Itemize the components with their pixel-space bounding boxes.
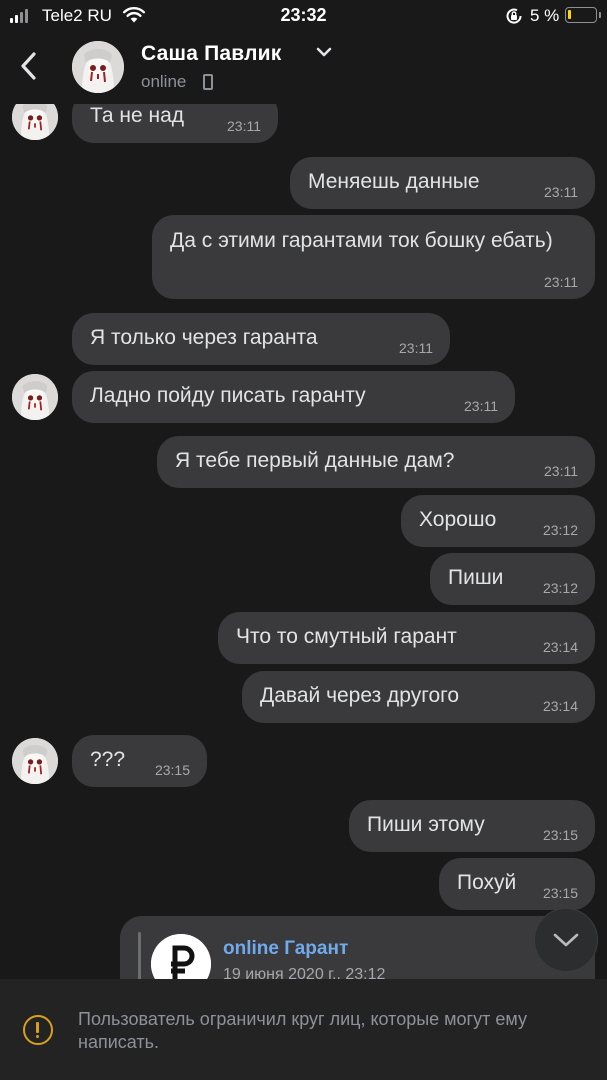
message-time: 23:15 [542,827,578,843]
message-time: 23:11 [544,184,578,200]
message-text: Я только через гаранта [90,326,318,349]
message-time: 23:12 [542,580,578,596]
message-time: 23:11 [544,274,578,290]
message-text: Меняешь данные [308,170,480,193]
phone-icon [203,74,213,90]
outgoing-message[interactable]: Меняешь данные 23:11 [290,157,595,209]
incoming-message[interactable]: ??? 23:15 [72,735,207,787]
message-text: Та не над [90,104,185,127]
warning-icon [23,1015,53,1045]
chevron-down-icon [553,933,579,947]
online-status: online [141,72,187,91]
outgoing-message[interactable]: Да с этими гарантами ток бошку ебать) 23:… [152,215,595,299]
chat-header: Саша Павлик online [0,32,607,104]
message-text: Да с этими гарантами ток бошку ебать) [170,229,553,252]
message-time: 23:11 [227,118,261,134]
message-text: Пиши [448,566,504,589]
message-text: Похуй [457,871,517,894]
message-time: 23:14 [542,698,578,714]
message-text: Пиши этому [367,813,485,836]
message-time: 23:11 [464,398,498,414]
message-time: 23:15 [154,762,190,778]
outgoing-message[interactable]: Похуй 23:15 [439,858,595,910]
sender-avatar[interactable] [12,738,58,784]
incoming-message[interactable]: Я только через гаранта 23:11 [72,313,450,365]
battery-icon [565,7,601,23]
restriction-text: Пользователь ограничил круг лиц, которые… [78,1009,527,1052]
avatar-image [72,41,124,93]
message-text: Ладно пойду писать гаранту [90,384,366,407]
message-text: Хорошо [419,508,497,531]
outgoing-message[interactable]: Пиши 23:12 [430,553,595,605]
sender-avatar[interactable] [12,374,58,420]
chevron-left-icon [21,52,36,80]
message-time: 23:14 [542,639,578,655]
restriction-notice: Пользователь ограничил круг лиц, которые… [0,979,607,1080]
forward-title[interactable]: online Гарант [223,938,348,960]
chevron-down-icon[interactable] [316,46,332,58]
outgoing-message[interactable]: Хорошо 23:12 [401,495,595,547]
contact-name[interactable]: Саша Павлик [141,42,281,66]
message-time: 23:15 [542,885,578,901]
orientation-lock-icon [506,8,522,24]
message-time: 23:12 [542,522,578,538]
contact-avatar[interactable] [72,41,124,93]
message-time: 23:11 [544,463,578,479]
outgoing-message[interactable]: Давай через другого 23:14 [242,671,595,723]
message-time: 23:11 [399,340,433,356]
outgoing-message[interactable]: Что то смутный гарант 23:14 [218,612,595,664]
outgoing-message[interactable]: Пиши этому 23:15 [349,800,595,852]
message-text: Что то смутный гарант [236,625,457,648]
incoming-message[interactable]: Ладно пойду писать гаранту 23:11 [72,371,515,423]
scroll-down-button[interactable] [534,908,598,972]
battery-percent: 5 % [530,6,560,25]
back-button[interactable] [10,46,46,86]
status-bar: Tele2 RU 23:32 5 % [0,0,607,32]
message-text: ??? [90,748,126,771]
outgoing-message[interactable]: Я тебе первый данные дам? 23:11 [157,436,595,488]
message-text: Я тебе первый данные дам? [175,449,455,472]
message-text: Давай через другого [260,684,459,707]
